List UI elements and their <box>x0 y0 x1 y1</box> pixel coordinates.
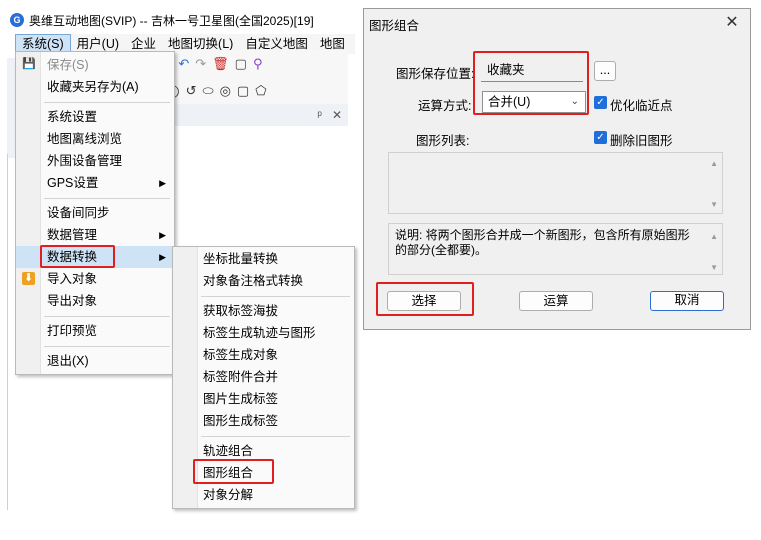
scroll-down-icon[interactable]: ▼ <box>710 263 718 272</box>
highlight-box-shape-combine <box>193 459 274 484</box>
submenu-arrow-icon: ▶ <box>159 252 166 262</box>
menu-item-data-mgmt[interactable]: 数据管理 ▶ <box>16 224 174 246</box>
highlight-box-select <box>376 282 474 316</box>
shape-list[interactable]: ▲ ▼ <box>388 152 723 214</box>
ring-icon[interactable]: ◎ <box>220 83 231 99</box>
menu-item-gps-settings[interactable]: GPS设置 ▶ <box>16 172 174 194</box>
menu-item-export[interactable]: 导出对象 <box>16 290 174 312</box>
scroll-up-icon[interactable]: ▲ <box>710 159 718 168</box>
menu-item-import[interactable]: ⬇ 导入对象 <box>16 268 174 290</box>
menu-separator <box>201 296 350 297</box>
description-box: 说明: 将两个图形合并成一个新图形，包含所有原始图形的部分(全都要)。 ▲ ▼ <box>388 223 723 275</box>
menu-separator <box>44 102 170 103</box>
app-logo-icon: G <box>10 13 24 27</box>
save-location-label: 图形保存位置: <box>396 67 475 81</box>
menu-item-system-settings[interactable]: 系统设置 <box>16 106 174 128</box>
close-icon[interactable]: ✕ <box>722 12 742 32</box>
menu-item-peripheral-mgmt[interactable]: 外围设备管理 <box>16 150 174 172</box>
select-box-icon[interactable]: ▢ <box>235 56 247 72</box>
ellipse-icon[interactable]: ⬭ <box>202 83 213 99</box>
arc-icon[interactable]: ↺ <box>186 83 197 99</box>
panel-close-icon[interactable]: ✕ <box>332 108 342 122</box>
polygon-icon[interactable]: ⬠ <box>255 83 266 99</box>
menu-separator <box>201 436 350 437</box>
optimize-label: 优化临近点 <box>610 99 673 113</box>
submenu-item-label-attach-merge[interactable]: 标签附件合并 <box>173 366 354 388</box>
browse-button[interactable]: ... <box>594 61 616 81</box>
submenu-item-shape-to-label[interactable]: 图形生成标签 <box>173 410 354 432</box>
system-menu: 💾 保存(S) 收藏夹另存为(A) 系统设置 地图离线浏览 外围设备管理 GPS… <box>15 51 175 375</box>
rounded-rect-icon[interactable]: ▢ <box>237 83 249 99</box>
delete-old-label: 删除旧图形 <box>610 134 673 148</box>
import-icon: ⬇ <box>22 272 35 285</box>
compute-button[interactable]: 运算 <box>519 291 593 311</box>
delete-old-checkbox[interactable]: ✓ <box>594 131 607 144</box>
shape-list-label: 图形列表: <box>416 134 470 148</box>
submenu-item-label-to-track[interactable]: 标签生成轨迹与图形 <box>173 322 354 344</box>
save-icon: 💾 <box>22 58 36 70</box>
highlight-box-data-convert <box>40 245 115 268</box>
redo-icon[interactable]: ↷ <box>195 56 206 72</box>
description-text: 说明: 将两个图形合并成一个新图形，包含所有原始图形的部分(全都要)。 <box>395 228 690 257</box>
submenu-item-coord-batch[interactable]: 坐标批量转换 <box>173 248 354 270</box>
submenu-item-note-format[interactable]: 对象备注格式转换 <box>173 270 354 292</box>
scroll-up-icon[interactable]: ▲ <box>710 232 718 241</box>
scroll-down-icon[interactable]: ▼ <box>710 200 718 209</box>
highlight-box-settings <box>473 51 589 115</box>
menu-item-save[interactable]: 💾 保存(S) <box>16 54 174 76</box>
operation-label: 运算方式: <box>418 99 472 113</box>
main-toolbar: ⌗ ↶ ↷ 🗑 ▢ ⚲ <box>165 50 348 78</box>
pin-icon[interactable]: ᵖ <box>317 108 322 122</box>
menu-separator <box>44 346 170 347</box>
menu-item-offline-browse[interactable]: 地图离线浏览 <box>16 128 174 150</box>
shape-toolbar: ◯ ↺ ⬭ ◎ ▢ ⬠ <box>165 78 348 104</box>
submenu-item-object-split[interactable]: 对象分解 <box>173 484 354 506</box>
menu-separator <box>44 198 170 199</box>
title-bar: G 奥维互动地图(SVIP) -- 吉林一号卫星图(全国2025)[19] <box>7 8 355 32</box>
window-title: 奥维互动地图(SVIP) -- 吉林一号卫星图(全国2025)[19] <box>29 13 314 28</box>
submenu-arrow-icon: ▶ <box>159 178 166 188</box>
menu-item-exit[interactable]: 退出(X) <box>16 350 174 372</box>
menu-item-save-favorites-as[interactable]: 收藏夹另存为(A) <box>16 76 174 98</box>
optimize-checkbox[interactable]: ✓ <box>594 96 607 109</box>
menu-separator <box>44 316 170 317</box>
locate-icon[interactable]: ⚲ <box>253 56 263 72</box>
menu-item-print-preview[interactable]: 打印预览 <box>16 320 174 342</box>
submenu-item-label-to-object[interactable]: 标签生成对象 <box>173 344 354 366</box>
cancel-button[interactable]: 取消 <box>650 291 724 311</box>
submenu-item-label-altitude[interactable]: 获取标签海拔 <box>173 300 354 322</box>
submenu-item-image-to-label[interactable]: 图片生成标签 <box>173 388 354 410</box>
delete-icon[interactable]: 🗑 <box>212 56 229 72</box>
undo-icon[interactable]: ↶ <box>178 56 189 72</box>
panel-header: ᵖ ✕ <box>165 104 348 126</box>
menu-item-device-sync[interactable]: 设备间同步 <box>16 202 174 224</box>
dialog-title: 图形组合 <box>369 19 420 33</box>
submenu-arrow-icon: ▶ <box>159 230 166 240</box>
